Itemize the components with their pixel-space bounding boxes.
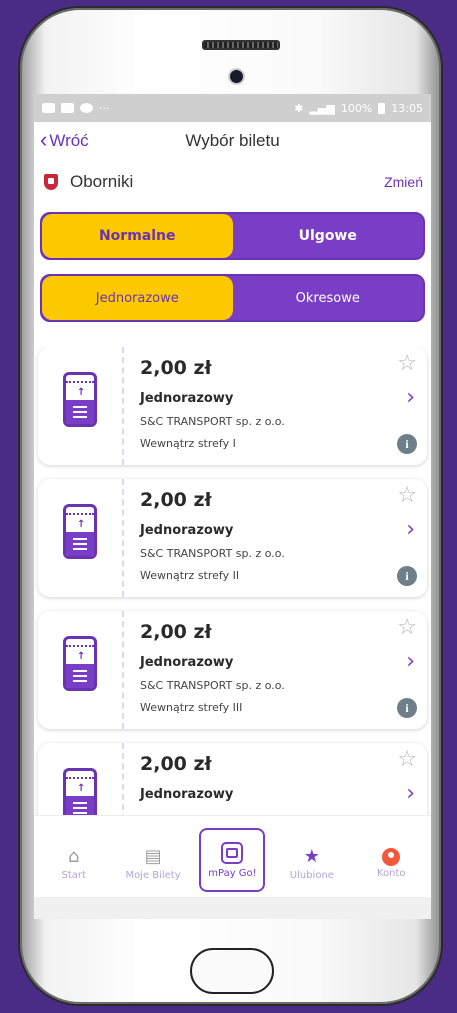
bottom-navigation: ⌂ Start ▤ Moje Bilety mPay Go! ★ Ulubion…	[34, 815, 431, 897]
nav-my-tickets[interactable]: ▤ Moje Bilety	[117, 846, 189, 881]
nav-mpay-go[interactable]: mPay Go!	[196, 828, 268, 892]
change-city-link[interactable]: Zmień	[384, 174, 423, 190]
fare-option-reduced[interactable]: Ulgowe	[233, 214, 424, 258]
ticket-icon-area: ↑	[38, 347, 124, 465]
ticket-kind: Jednorazowy	[140, 655, 234, 670]
city-crest-icon	[44, 174, 58, 190]
gallery-notification-icon	[42, 103, 55, 113]
nav-favorites-label: Ulubione	[289, 870, 334, 881]
city-name: Oborniki	[70, 172, 134, 191]
nav-start-label: Start	[61, 870, 86, 881]
favorite-star-icon[interactable]: ☆	[397, 485, 417, 507]
ticket-icon-area: ↑	[38, 743, 124, 815]
battery-icon	[378, 102, 386, 114]
home-icon: ⌂	[67, 846, 80, 867]
front-camera	[230, 70, 243, 83]
mpay-go-button[interactable]: mPay Go!	[199, 828, 266, 892]
ticket-zone: Wewnątrz strefy II	[140, 569, 240, 582]
speaker-grille	[202, 40, 280, 50]
status-bar: ··· ✱ ▂▄▆ 100% 13:05	[34, 94, 431, 122]
ticket-card[interactable]: ↑ 2,00 zł Jednorazowy ☆ ›	[38, 743, 427, 815]
ticket-icon: ↑	[63, 504, 97, 559]
tickets-icon: ▤	[144, 846, 162, 867]
info-icon[interactable]: i	[397, 434, 417, 454]
phone-frame: ··· ✱ ▂▄▆ 100% 13:05 ‹ Wróć Wybór biletu…	[18, 6, 443, 1006]
nav-my-tickets-label: Moje Bilety	[125, 870, 181, 881]
ticket-carrier: S&C TRANSPORT sp. z o.o.	[140, 679, 285, 692]
header: ‹ Wróć Wybór biletu	[34, 122, 431, 164]
nav-favorites[interactable]: ★ Ulubione	[276, 846, 348, 881]
ticket-card[interactable]: ↑ 2,00 zł Jednorazowy S&C TRANSPORT sp. …	[38, 347, 427, 465]
ticket-list: ↑ 2,00 zł Jednorazowy S&C TRANSPORT sp. …	[34, 347, 431, 815]
star-icon: ★	[303, 846, 320, 867]
ticket-price: 2,00 zł	[140, 621, 212, 643]
ticket-icon: ↑	[63, 768, 97, 815]
favorite-star-icon[interactable]: ☆	[397, 749, 417, 771]
ticket-price: 2,00 zł	[140, 357, 212, 379]
message-notification-icon	[61, 103, 74, 113]
city-row: Oborniki Zmień	[34, 164, 431, 200]
ticket-card[interactable]: ↑ 2,00 zł Jednorazowy S&C TRANSPORT sp. …	[38, 611, 427, 729]
chat-notification-icon	[80, 103, 93, 113]
favorite-star-icon[interactable]: ☆	[397, 353, 417, 375]
nav-mpay-go-label: mPay Go!	[208, 867, 257, 879]
clock: 13:05	[391, 101, 423, 115]
ticket-price: 2,00 zł	[140, 753, 212, 775]
ticket-zone: Wewnątrz strefy I	[140, 437, 236, 450]
info-icon[interactable]: i	[397, 698, 417, 718]
chevron-right-icon[interactable]: ›	[406, 651, 415, 673]
nav-account-label: Konto	[376, 868, 406, 879]
period-option-single[interactable]: Jednorazowe	[42, 276, 233, 320]
chevron-right-icon[interactable]: ›	[406, 519, 415, 541]
fare-option-normal[interactable]: Normalne	[42, 214, 233, 258]
bus-icon	[221, 841, 244, 864]
screen-bottom-bar	[34, 897, 431, 919]
ticket-zone: Wewnątrz strefy III	[140, 701, 243, 714]
ticket-icon: ↑	[63, 372, 97, 427]
ticket-card[interactable]: ↑ 2,00 zł Jednorazowy S&C TRANSPORT sp. …	[38, 479, 427, 597]
ticket-kind: Jednorazowy	[140, 391, 234, 406]
signal-icon: ▂▄▆	[309, 101, 335, 115]
period-option-periodic[interactable]: Okresowe	[233, 276, 424, 320]
battery-percent: 100%	[340, 101, 373, 115]
account-icon	[382, 848, 401, 866]
app-screen: ··· ✱ ▂▄▆ 100% 13:05 ‹ Wróć Wybór biletu…	[34, 94, 431, 919]
ticket-icon: ↑	[63, 636, 97, 691]
home-button[interactable]	[190, 948, 274, 994]
ticket-carrier: S&C TRANSPORT sp. z o.o.	[140, 547, 285, 560]
page-title: Wybór biletu	[185, 131, 280, 150]
nav-start[interactable]: ⌂ Start	[38, 846, 110, 881]
chevron-right-icon[interactable]: ›	[406, 783, 415, 805]
period-toggle: Jednorazowe Okresowe	[40, 274, 425, 322]
fare-type-toggle: Normalne Ulgowe	[40, 212, 425, 260]
ticket-kind: Jednorazowy	[140, 523, 234, 538]
favorite-star-icon[interactable]: ☆	[397, 617, 417, 639]
nav-account[interactable]: Konto	[355, 846, 427, 879]
ticket-icon-area: ↑	[38, 479, 124, 597]
ticket-kind: Jednorazowy	[140, 787, 234, 802]
ticket-icon-area: ↑	[38, 611, 124, 729]
chevron-right-icon[interactable]: ›	[406, 387, 415, 409]
ticket-price: 2,00 zł	[140, 489, 212, 511]
info-icon[interactable]: i	[397, 566, 417, 586]
more-notifications-icon: ···	[99, 101, 110, 115]
ticket-carrier: S&C TRANSPORT sp. z o.o.	[140, 415, 285, 428]
bluetooth-icon: ✱	[294, 101, 304, 115]
